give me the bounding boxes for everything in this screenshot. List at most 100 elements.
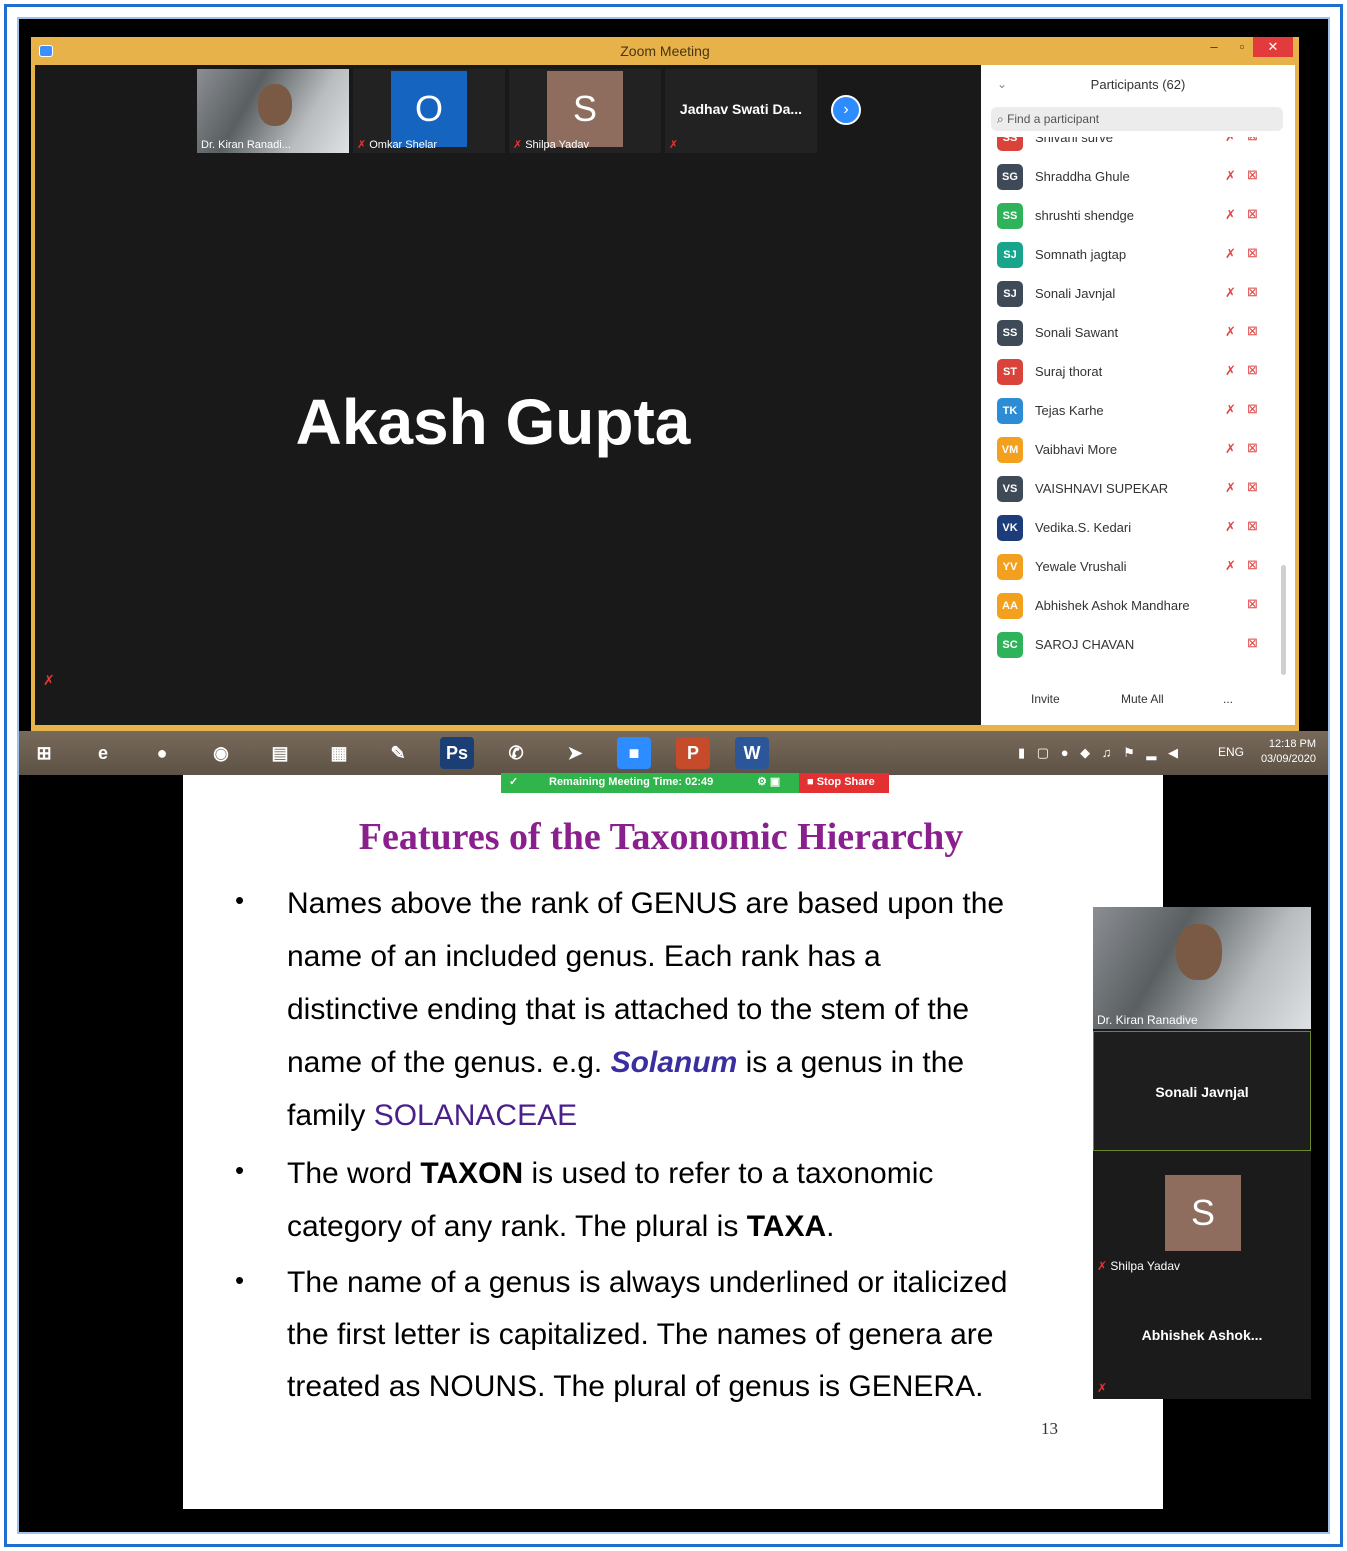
invite-button[interactable]: Invite bbox=[1025, 687, 1066, 711]
video-off-icon[interactable]: ⊠ bbox=[1247, 440, 1258, 456]
mic-muted-icon[interactable]: ✗ bbox=[1225, 402, 1236, 418]
floating-video-panel: Dr. Kiran Ranadive Sonali Javnjal S ✗ Sh… bbox=[1093, 907, 1311, 1399]
photoshop-icon[interactable]: Ps bbox=[440, 737, 474, 769]
search-placeholder: Find a participant bbox=[1007, 112, 1100, 126]
media-player-icon[interactable]: ◉ bbox=[204, 737, 238, 769]
floating-video-tile[interactable]: Abhishek Ashok... ✗ bbox=[1093, 1279, 1311, 1399]
participant-list: SS Shivani surve ✗ ⊠ SG Shraddha Ghule ✗ ⊠ SS shr… bbox=[981, 137, 1281, 677]
mic-muted-icon[interactable]: ✗ bbox=[1225, 246, 1236, 262]
search-icon: ⌕ bbox=[997, 112, 1008, 126]
participant-name: Vaibhavi More bbox=[1035, 442, 1118, 457]
slide-text: . bbox=[826, 1210, 835, 1243]
file-explorer-icon[interactable]: ▤ bbox=[263, 737, 297, 769]
mic-muted-icon[interactable]: ✗ bbox=[1225, 168, 1236, 184]
mic-muted-icon[interactable]: ✗ bbox=[1225, 441, 1236, 457]
video-off-icon[interactable]: ⊠ bbox=[1247, 284, 1258, 300]
active-speaker-name: Akash Gupta bbox=[295, 386, 691, 458]
participant-avatar: SS bbox=[997, 137, 1023, 151]
video-off-icon[interactable]: ⊠ bbox=[1247, 596, 1258, 612]
mic-muted-icon[interactable]: ✗ bbox=[1225, 558, 1236, 574]
participant-row[interactable]: VS VAISHNAVI SUPEKAR ✗ ⊠ bbox=[981, 470, 1281, 509]
language-indicator[interactable]: ENG bbox=[1218, 745, 1244, 759]
participant-name: Yewale Vrushali bbox=[1035, 559, 1127, 574]
participant-row[interactable]: TK Tejas Karhe ✗ ⊠ bbox=[981, 392, 1281, 431]
video-off-icon[interactable]: ⊠ bbox=[1247, 245, 1258, 261]
close-button[interactable]: ✕ bbox=[1253, 37, 1293, 57]
gear-icon[interactable]: ⚙ ▣ bbox=[757, 775, 780, 788]
next-page-button[interactable]: › bbox=[831, 95, 861, 125]
floating-video-tile[interactable]: S ✗ Shilpa Yadav bbox=[1093, 1153, 1311, 1277]
slide-paragraph: The name of a genus is always underlined… bbox=[287, 1257, 1147, 1413]
powerpoint-icon[interactable]: P bbox=[676, 737, 710, 769]
floating-video-tile[interactable]: Dr. Kiran Ranadive bbox=[1093, 907, 1311, 1029]
participant-row[interactable]: SS shrushti shendge ✗ ⊠ bbox=[981, 197, 1281, 236]
floating-video-tile[interactable]: Sonali Javnjal bbox=[1093, 1031, 1311, 1151]
participant-search-input[interactable]: ⌕ Find a participant bbox=[991, 107, 1283, 131]
participant-row[interactable]: YV Yewale Vrushali ✗ ⊠ bbox=[981, 548, 1281, 587]
video-off-icon[interactable]: ⊠ bbox=[1247, 518, 1258, 534]
system-tray-icons[interactable]: ▮ ▢ ● ◆ ♫ ⚑ ▂ ◀ bbox=[1018, 745, 1182, 761]
participant-row[interactable]: VK Vedika.S. Kedari ✗ ⊠ bbox=[981, 509, 1281, 548]
participant-row[interactable]: SJ Somnath jagtap ✗ ⊠ bbox=[981, 236, 1281, 275]
participant-row[interactable]: SG Shraddha Ghule ✗ ⊠ bbox=[981, 158, 1281, 197]
video-thumbnail[interactable]: Jadhav Swati Da... ✗ bbox=[665, 69, 817, 153]
video-off-icon[interactable]: ⊠ bbox=[1247, 137, 1258, 144]
participant-row[interactable]: AA Abhishek Ashok Mandhare ⊠ bbox=[981, 587, 1281, 626]
video-off-icon[interactable]: ⊠ bbox=[1247, 206, 1258, 222]
video-off-icon[interactable]: ⊠ bbox=[1247, 167, 1258, 183]
participant-row[interactable]: SS Shivani surve ✗ ⊠ bbox=[981, 137, 1281, 158]
mic-muted-icon[interactable]: ✗ bbox=[1225, 480, 1236, 496]
mic-muted-icon[interactable]: ✗ bbox=[1225, 207, 1236, 223]
slide-emphasis: TAXA bbox=[746, 1210, 827, 1243]
participant-row[interactable]: SS Sonali Sawant ✗ ⊠ bbox=[981, 314, 1281, 353]
minimize-button[interactable]: – bbox=[1199, 37, 1229, 57]
video-off-icon[interactable]: ⊠ bbox=[1247, 401, 1258, 417]
more-button[interactable]: ... bbox=[1217, 687, 1239, 711]
participant-row[interactable]: ST Suraj thorat ✗ ⊠ bbox=[981, 353, 1281, 392]
zoom-icon[interactable]: ■ bbox=[617, 737, 651, 769]
thumbnail-name: Omkar Shelar bbox=[369, 139, 438, 151]
telegram-icon[interactable]: ➤ bbox=[558, 737, 592, 769]
mic-muted-icon: ✗ bbox=[1097, 1381, 1108, 1395]
video-off-icon[interactable]: ⊠ bbox=[1247, 323, 1258, 339]
clock-time: 12:18 PM bbox=[1268, 738, 1316, 750]
stop-share-button[interactable]: ■ Stop Share bbox=[799, 773, 889, 793]
clock[interactable]: 12:18 PM 03/09/2020 bbox=[1261, 737, 1316, 767]
participant-face bbox=[257, 84, 292, 127]
mic-muted-icon[interactable]: ✗ bbox=[1225, 285, 1236, 301]
slide-title: Features of the Taxonomic Hierarchy bbox=[358, 816, 964, 858]
mic-muted-icon[interactable]: ✗ bbox=[1225, 519, 1236, 535]
mic-muted-icon[interactable]: ✗ bbox=[1225, 137, 1236, 145]
slide-line: name of an included genus. Each rank has… bbox=[287, 940, 881, 973]
whatsapp-icon[interactable]: ✆ bbox=[499, 737, 533, 769]
slide-emphasis: TAXON bbox=[420, 1157, 524, 1190]
windows-start-icon[interactable]: ⊞ bbox=[27, 737, 61, 769]
mute-all-button[interactable]: Mute All bbox=[1115, 687, 1170, 711]
scrollbar[interactable] bbox=[1281, 565, 1286, 675]
participant-row[interactable]: SJ Sonali Javnjal ✗ ⊠ bbox=[981, 275, 1281, 314]
mic-muted-icon[interactable]: ✗ bbox=[1225, 363, 1236, 379]
calculator-icon[interactable]: ▦ bbox=[322, 737, 356, 769]
video-off-icon[interactable]: ⊠ bbox=[1247, 362, 1258, 378]
video-area: Dr. Kiran Ranadi... O ✗ Omkar Shelar S ✗ S… bbox=[35, 65, 981, 725]
participant-row[interactable]: VM Vaibhavi More ✗ ⊠ bbox=[981, 431, 1281, 470]
participant-face bbox=[1175, 924, 1222, 981]
mic-muted-icon[interactable]: ✗ bbox=[1225, 324, 1236, 340]
participant-row[interactable]: SC SAROJ CHAVAN ⊠ bbox=[981, 626, 1281, 665]
slide-paragraph: Names above the rank of GENUS are based … bbox=[287, 877, 1147, 1142]
participant-avatar: S bbox=[1165, 1175, 1241, 1251]
paint-icon[interactable]: ✎ bbox=[381, 737, 415, 769]
internet-explorer-icon[interactable]: e bbox=[86, 737, 120, 769]
video-thumbnail[interactable]: S ✗ Shilpa Yadav bbox=[509, 69, 661, 153]
participant-name: Sonali Sawant bbox=[1035, 325, 1119, 340]
chrome-icon[interactable]: ● bbox=[145, 737, 179, 769]
video-thumbnail[interactable]: Dr. Kiran Ranadi... bbox=[197, 69, 349, 153]
word-icon[interactable]: W bbox=[735, 737, 769, 769]
participant-avatar: YV bbox=[997, 554, 1023, 580]
video-off-icon[interactable]: ⊠ bbox=[1247, 635, 1258, 651]
video-off-icon[interactable]: ⊠ bbox=[1247, 479, 1258, 495]
bullet-icon: • bbox=[235, 885, 245, 915]
slide-page-number: 13 bbox=[1041, 1419, 1058, 1438]
video-thumbnail[interactable]: O ✗ Omkar Shelar bbox=[353, 69, 505, 153]
video-off-icon[interactable]: ⊠ bbox=[1247, 557, 1258, 573]
